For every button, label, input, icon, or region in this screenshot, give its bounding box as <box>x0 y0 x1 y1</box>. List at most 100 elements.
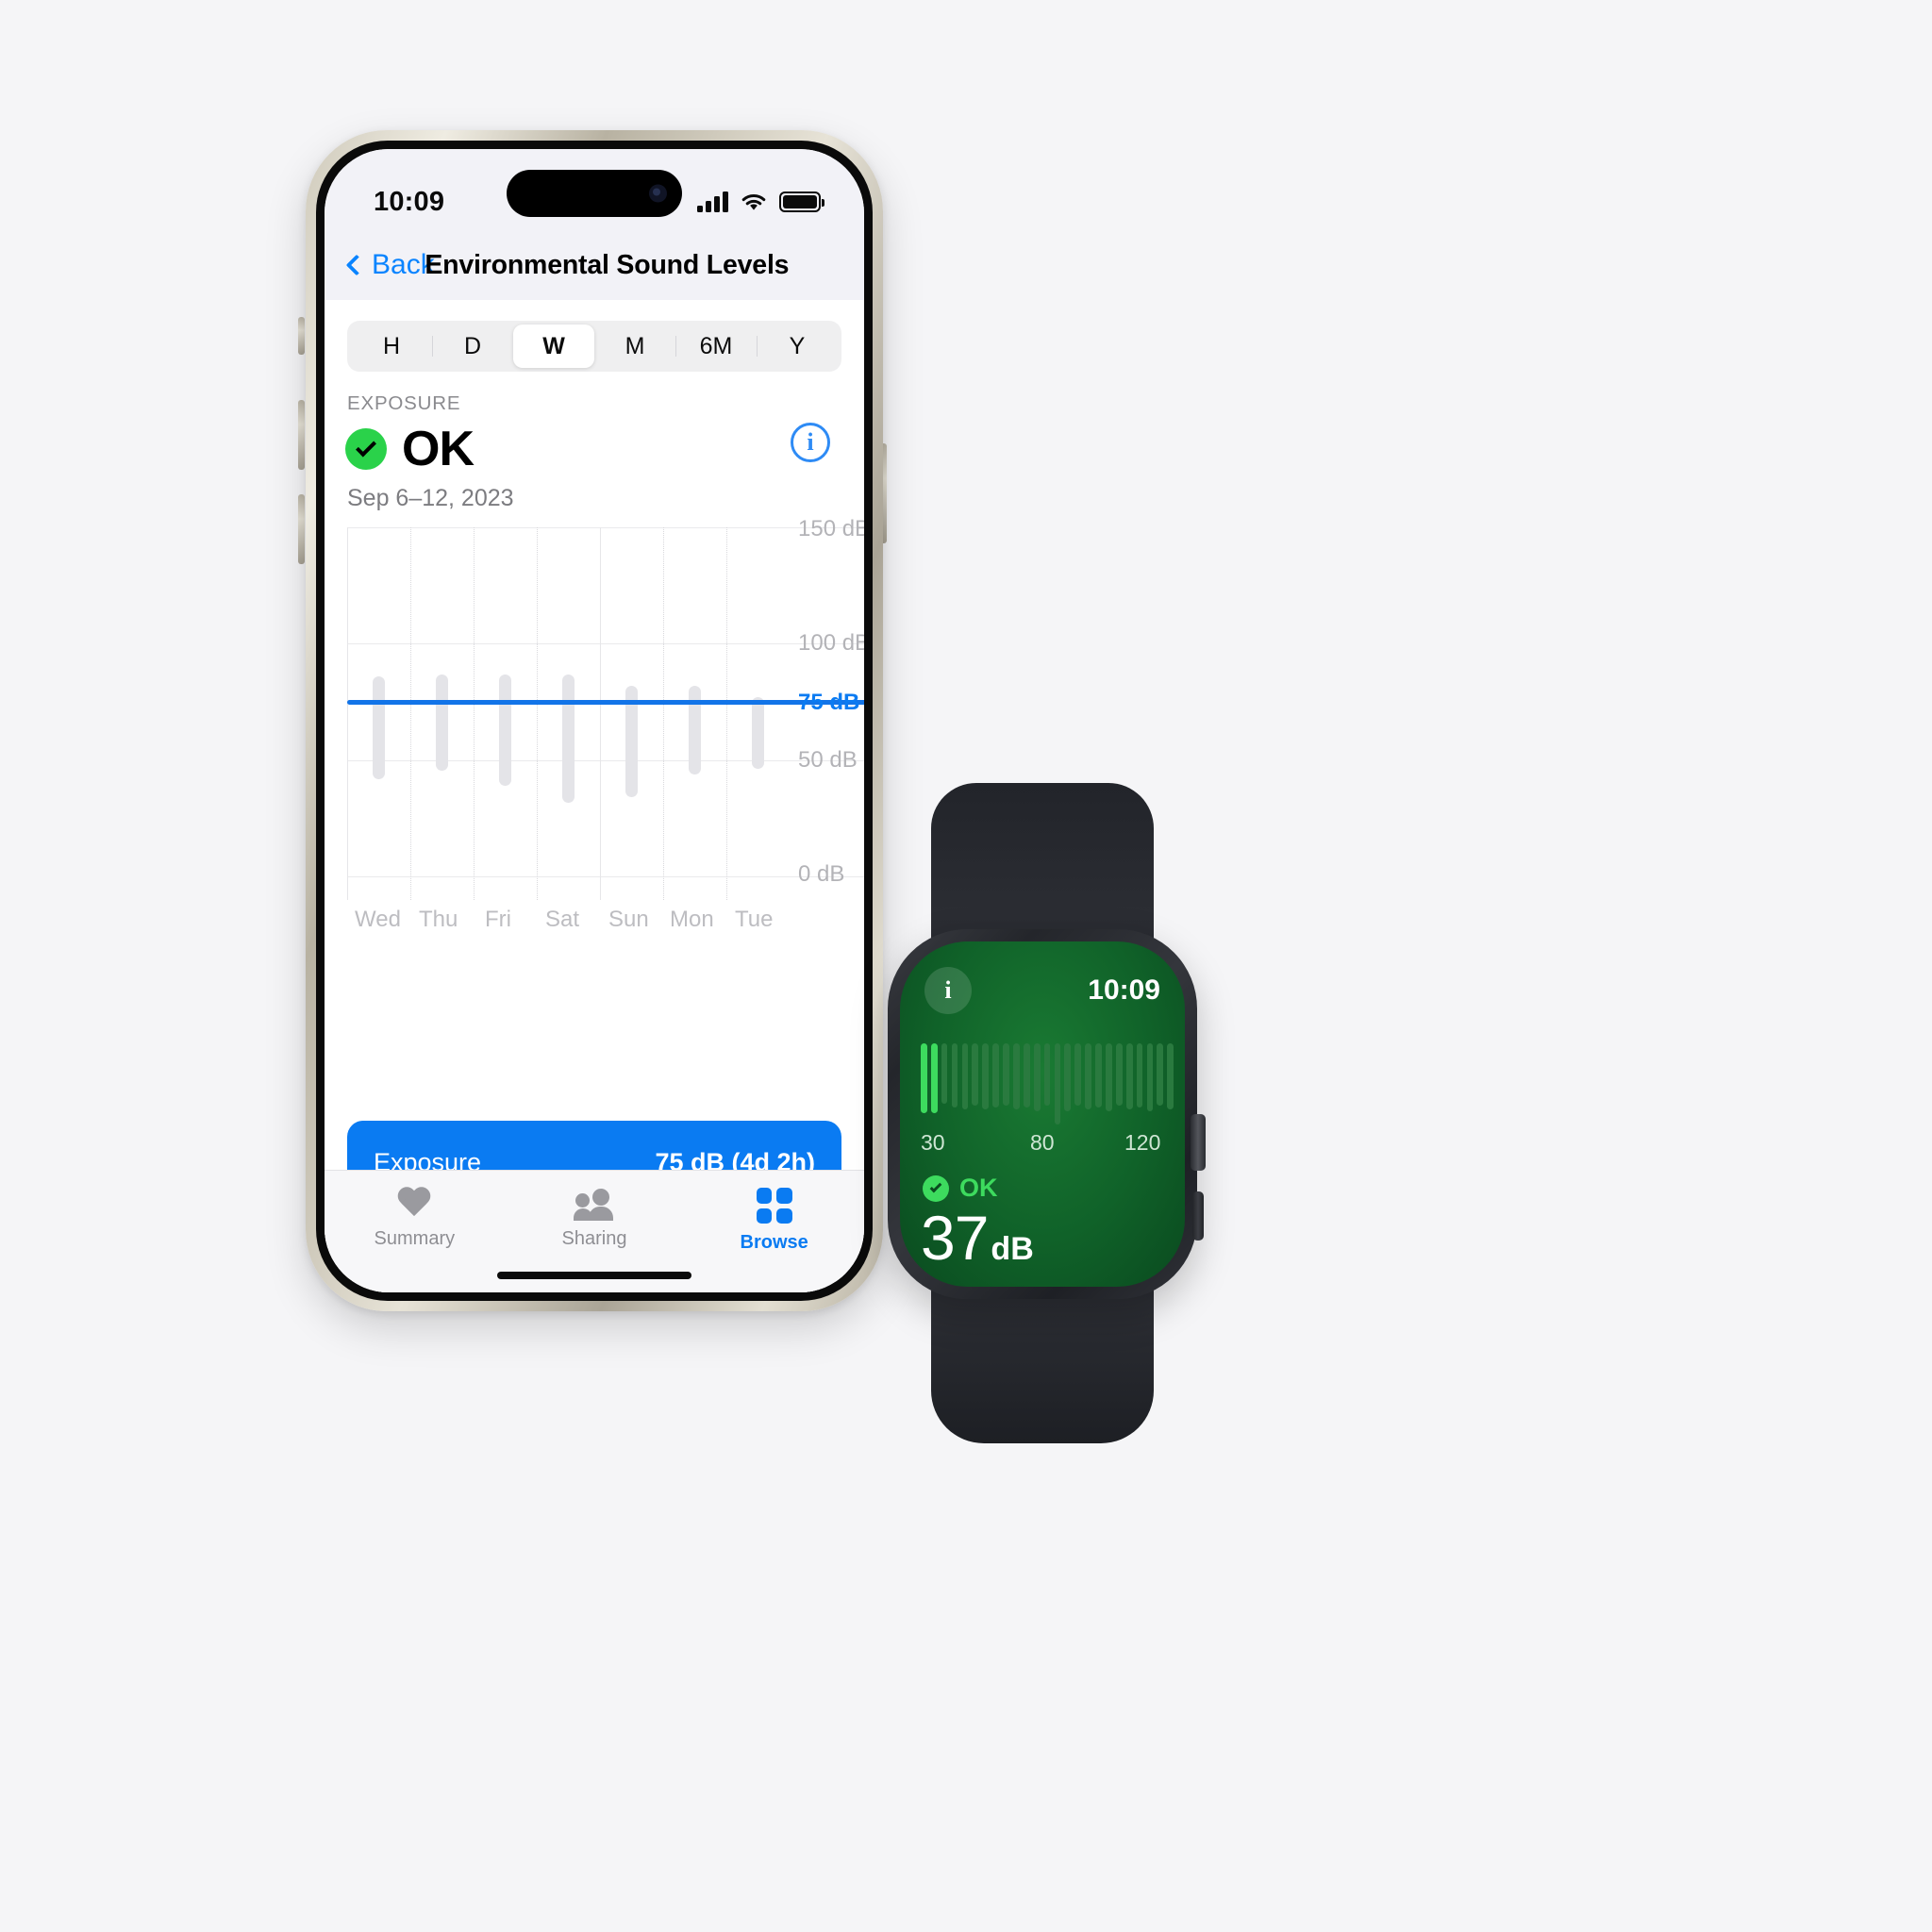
gridline-50db <box>347 760 864 761</box>
heart-icon <box>396 1188 432 1220</box>
checkmark-icon <box>356 436 376 458</box>
watch-decibel-reading: 37 dB <box>921 1202 1034 1274</box>
daygrid-5 <box>663 527 664 900</box>
gridline-100db <box>347 643 864 644</box>
ytick-75db-average: 75 dB <box>798 690 860 715</box>
segment-6m[interactable]: 6M <box>675 325 757 368</box>
xtick-sat: Sat <box>545 907 580 932</box>
watch-status-row: OK <box>923 1174 998 1203</box>
iphone-device: 10:09 Back Environmental Sound Levels H … <box>306 130 883 1311</box>
home-indicator[interactable] <box>497 1272 691 1279</box>
grid-icon <box>756 1188 792 1224</box>
front-camera-icon <box>649 184 667 203</box>
bar-thu[interactable] <box>436 675 448 771</box>
checkmark-icon <box>929 1180 942 1193</box>
xtick-thu: Thu <box>419 907 458 932</box>
noise-meter-bar <box>1085 1043 1091 1109</box>
bar-sat[interactable] <box>562 675 575 803</box>
xtick-sun: Sun <box>608 907 649 932</box>
time-range-segmented-control[interactable]: H D W M 6M Y <box>347 321 841 372</box>
exposure-section-label: EXPOSURE <box>347 392 461 414</box>
xtick-wed: Wed <box>355 907 401 932</box>
daygrid-2 <box>474 527 475 900</box>
tab-browse[interactable]: Browse <box>684 1188 864 1254</box>
ytick-150db: 150 dB <box>798 516 864 541</box>
noise-meter-bar <box>992 1043 999 1108</box>
noise-meter-bar <box>1106 1043 1112 1111</box>
tab-sharing[interactable]: Sharing <box>505 1188 685 1250</box>
segment-d[interactable]: D <box>432 325 513 368</box>
noise-meter-bar <box>1095 1043 1102 1108</box>
segment-m[interactable]: M <box>594 325 675 368</box>
segment-y[interactable]: Y <box>757 325 838 368</box>
watch-case: i 10:09 30 80 120 OK 37 dB <box>888 929 1206 1299</box>
tab-summary-label: Summary <box>374 1228 456 1249</box>
chart-left-edge <box>347 527 348 900</box>
noise-meter-bar <box>1157 1043 1164 1106</box>
daygrid-4 <box>600 527 601 900</box>
page-content: H D W M 6M Y EXPOSURE OK i Sep 6–12, 202… <box>325 300 864 1292</box>
bar-fri[interactable] <box>499 675 511 786</box>
noise-meter-bar <box>1003 1043 1009 1106</box>
battery-icon <box>779 192 824 212</box>
date-range-label: Sep 6–12, 2023 <box>347 485 514 511</box>
daygrid-1 <box>410 527 411 900</box>
tab-summary[interactable]: Summary <box>325 1188 505 1250</box>
iphone-bezel: 10:09 Back Environmental Sound Levels H … <box>316 141 873 1301</box>
info-circle-icon[interactable]: i <box>924 967 972 1014</box>
gridline-0db <box>347 876 864 877</box>
noise-meter-bar <box>1013 1043 1020 1109</box>
scale-label-80: 80 <box>1030 1130 1055 1155</box>
noise-meter-bar <box>930 1043 938 1113</box>
watch-side-button[interactable] <box>1192 1191 1204 1241</box>
ytick-100db: 100 dB <box>798 630 864 656</box>
info-circle-icon[interactable]: i <box>791 423 830 462</box>
bar-wed[interactable] <box>373 676 385 779</box>
segment-h[interactable]: H <box>351 325 432 368</box>
people-icon <box>574 1188 615 1221</box>
noise-meter-bar <box>1064 1043 1072 1111</box>
chevron-left-icon <box>345 254 368 276</box>
daygrid-3 <box>537 527 538 900</box>
noise-meter-bar <box>972 1043 979 1106</box>
scale-label-30: 30 <box>921 1130 945 1155</box>
scale-label-120: 120 <box>1124 1130 1161 1155</box>
watch-decibel-value: 37 <box>921 1203 989 1273</box>
status-ok-badge-icon <box>345 428 387 470</box>
phone-volume-up-button[interactable] <box>298 400 305 470</box>
tab-sharing-label: Sharing <box>561 1228 627 1249</box>
noise-meter-bar <box>1167 1043 1174 1109</box>
noise-meter-bar <box>951 1043 958 1108</box>
chart-plot-area <box>347 527 864 900</box>
noise-meter-bar <box>921 1043 927 1113</box>
bar-tue[interactable] <box>752 697 764 769</box>
noise-meter-bar <box>1125 1043 1133 1109</box>
digital-crown[interactable] <box>1191 1114 1206 1171</box>
ytick-0db: 0 dB <box>798 861 845 887</box>
page-title: Environmental Sound Levels <box>425 249 790 280</box>
wifi-icon <box>741 194 766 210</box>
watch-screen: i 10:09 30 80 120 OK 37 dB <box>900 941 1185 1287</box>
noise-meter-bar <box>941 1043 948 1104</box>
status-ok-badge-icon <box>923 1174 949 1202</box>
average-exposure-line <box>347 700 864 705</box>
noise-meter-bar <box>1054 1043 1061 1124</box>
phone-silent-switch[interactable] <box>298 317 305 355</box>
segment-w[interactable]: W <box>513 325 594 368</box>
sound-level-chart[interactable]: 150 dB 100 dB 75 dB 50 dB 0 dB Wed Thu F… <box>347 516 864 932</box>
screenshot-stage: 10:09 Back Environmental Sound Levels H … <box>0 0 1932 1932</box>
noise-meter-bar <box>1023 1043 1030 1108</box>
apple-watch-device: i 10:09 30 80 120 OK 37 dB <box>873 783 1212 1443</box>
xtick-fri: Fri <box>485 907 511 932</box>
status-bar-indicators <box>697 192 824 212</box>
watch-top-bar: i 10:09 <box>900 962 1185 1019</box>
phone-volume-down-button[interactable] <box>298 494 305 564</box>
noise-meter-bar <box>1115 1043 1123 1106</box>
noise-meter-bar <box>982 1043 990 1109</box>
watch-time: 10:09 <box>1088 974 1160 1006</box>
tab-browse-label: Browse <box>740 1232 808 1253</box>
noise-meter-bar <box>1074 1043 1082 1106</box>
watch-decibel-unit: dB <box>991 1231 1034 1267</box>
status-bar-time: 10:09 <box>374 186 445 217</box>
noise-meter-bar <box>961 1043 969 1109</box>
